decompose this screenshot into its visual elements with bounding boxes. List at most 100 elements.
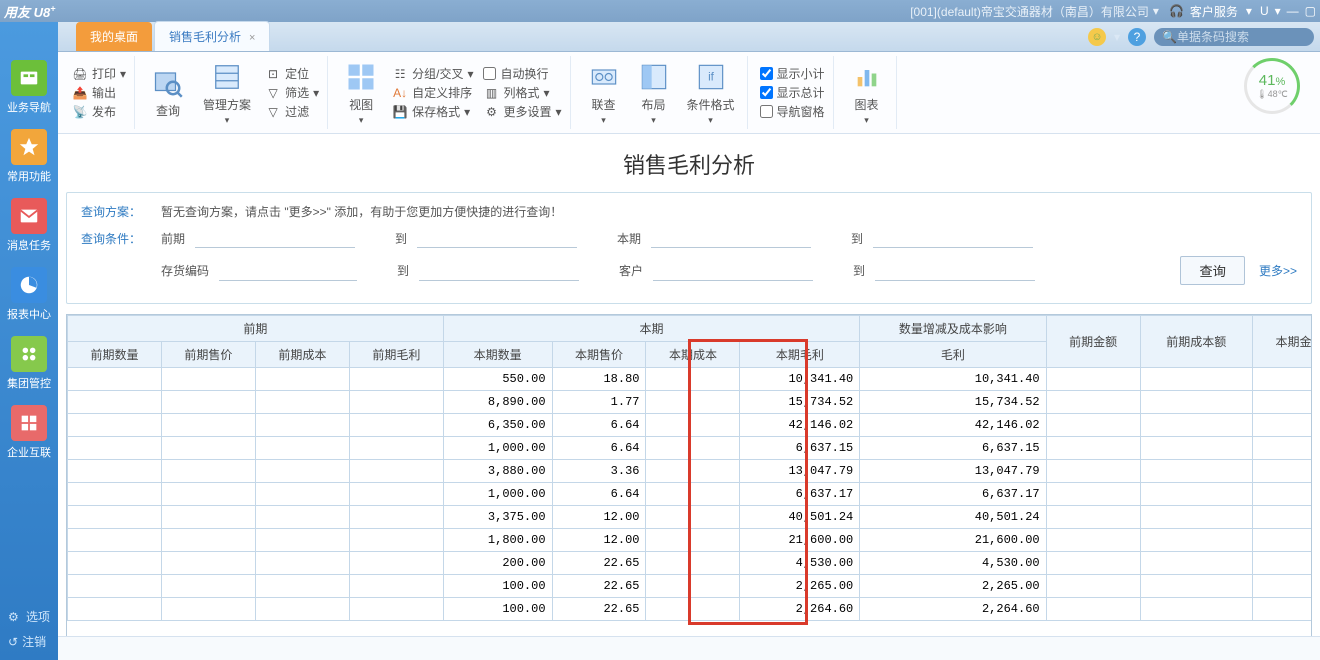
cust-label: 客户 <box>619 262 643 279</box>
savefmt-button[interactable]: 💾保存格式 ▾ <box>392 103 473 120</box>
nav-messages[interactable]: 消息任务 <box>4 198 54 253</box>
moreset-button[interactable]: ⚙更多设置 ▾ <box>483 103 561 120</box>
cust-to-field[interactable] <box>875 261 1035 281</box>
grid-icon <box>344 60 378 94</box>
col-group-delta: 数量增减及成本影响 <box>860 316 1046 342</box>
printer-icon: 🖨 <box>72 66 88 82</box>
group-icon: ☷ <box>392 66 408 82</box>
tab-analysis[interactable]: 销售毛利分析× <box>154 21 270 51</box>
filter-button[interactable]: ▽筛选 ▾ <box>265 84 319 101</box>
curr-from-field[interactable] <box>651 228 811 248</box>
to-label2: 到 <box>851 230 863 247</box>
maximize-icon[interactable]: ▢ <box>1305 4 1316 18</box>
search-input[interactable] <box>1177 30 1320 44</box>
nav-logout[interactable]: ↺注销 <box>0 629 58 654</box>
layout-button[interactable]: 布局▾ <box>633 60 675 126</box>
link-icon <box>587 60 621 94</box>
output-icon: 📤 <box>72 85 88 101</box>
print-button[interactable]: 🖨打印 ▾ <box>72 65 126 82</box>
col-curqty: 本期数量 <box>443 342 552 368</box>
condfmt-icon: if <box>694 60 728 94</box>
svc-dropdown-icon[interactable]: ▾ <box>1246 4 1252 18</box>
table-row[interactable]: 1,800.0012.0021,600.0021,600.0021,6 <box>68 529 1313 552</box>
publish-icon: 📡 <box>72 104 88 120</box>
nav-reports[interactable]: 报表中心 <box>4 267 54 322</box>
table-row[interactable]: 1,000.006.646,637.176,637.176,6 <box>68 483 1313 506</box>
prev-label: 前期 <box>161 230 185 247</box>
u-dropdown-icon[interactable]: ▾ <box>1275 4 1281 18</box>
table-row[interactable]: 100.0022.652,264.602,264.602, <box>68 598 1313 621</box>
minimize-icon[interactable]: — <box>1287 4 1299 18</box>
prev-to-field[interactable] <box>417 228 577 248</box>
view-button[interactable]: 视图▾ <box>340 60 382 126</box>
colfmt-button[interactable]: ▥列格式 ▾ <box>483 84 561 101</box>
scheme-button[interactable]: 管理方案▾ <box>199 60 255 126</box>
scheme-hint: 暂无查询方案，请点击 "更多>>" 添加，有助于您更加方便快捷的进行查询！ <box>161 203 562 220</box>
cust-from-field[interactable] <box>653 261 813 281</box>
headset-icon: 🎧 <box>1169 4 1184 18</box>
table-row[interactable]: 8,890.001.7715,734.5215,734.5215, <box>68 391 1313 414</box>
title-bar: 用友 U8+ [001](default)帝宝交通器材（南昌）有限公司 ▾ 🎧 … <box>0 0 1320 22</box>
more-link[interactable]: 更多>> <box>1259 262 1297 279</box>
locate-button[interactable]: ⊡定位 <box>265 65 319 82</box>
data-table[interactable]: 前期 本期 数量增减及成本影响 前期金额 前期成本额 本期金额 前期数量 前期售… <box>66 314 1312 636</box>
nav-group[interactable]: 集团管控 <box>4 336 54 391</box>
close-tab-icon[interactable]: × <box>249 32 255 44</box>
col-group-prev: 前期 <box>68 316 444 342</box>
query-button[interactable]: 查询 <box>1180 256 1245 285</box>
smiley-dropdown-icon[interactable]: ▾ <box>1114 30 1120 44</box>
col-prevprice: 前期售价 <box>161 342 255 368</box>
groupcross-button[interactable]: ☷分组/交叉 ▾ <box>392 65 473 82</box>
table-row[interactable]: 6,350.006.6442,146.0242,146.0242, <box>68 414 1313 437</box>
layout-icon <box>637 60 671 94</box>
tab-bar: 我的桌面 销售毛利分析× ☺ ▾ ? 🔍 <box>0 22 1320 52</box>
table-row[interactable]: 3,375.0012.0040,501.2440,501.2440, <box>68 506 1313 529</box>
publish-button[interactable]: 📡发布 <box>72 103 126 120</box>
navwin-check[interactable]: 导航窗格 <box>760 103 825 120</box>
ribbon-toolbar: 🖨打印 ▾ 📤输出 📡发布 查询 管理方案▾ ⊡定位 ▽筛选 ▾ ▽过滤 视图▾… <box>58 52 1320 134</box>
customer-service-link[interactable]: 客户服务 <box>1190 3 1238 20</box>
table-row[interactable]: 100.0022.652,265.002,265.002,2 <box>68 575 1313 598</box>
performance-gauge[interactable]: 41%🌡48℃ <box>1244 58 1306 120</box>
col-curml: 本期毛利 <box>740 342 860 368</box>
stock-from-field[interactable] <box>219 261 357 281</box>
linkq-button[interactable]: 联查▾ <box>583 60 625 126</box>
nav-common[interactable]: 常用功能 <box>4 129 54 184</box>
output-button[interactable]: 📤输出 <box>72 84 126 101</box>
customsort-button[interactable]: A↓自定义排序 <box>392 84 473 101</box>
column-icon: ▥ <box>483 85 499 101</box>
table-row[interactable]: 3,880.003.3613,047.7913,047.7913,0 <box>68 460 1313 483</box>
company-name[interactable]: [001](default)帝宝交通器材（南昌）有限公司 <box>910 3 1149 20</box>
table-row[interactable]: 550.0018.8010,341.4010,341.4010, <box>68 368 1313 391</box>
table-row[interactable]: 1,000.006.646,637.156,637.156,6 <box>68 437 1313 460</box>
nav-business[interactable]: 业务导航 <box>4 60 54 115</box>
autowrap-check[interactable]: 自动换行 <box>483 65 561 82</box>
scheme-label: 查询方案： <box>81 203 151 220</box>
query-big-button[interactable]: 查询 <box>147 66 189 119</box>
curr-to-field[interactable] <box>873 228 1033 248</box>
u-menu[interactable]: U <box>1260 4 1269 18</box>
status-bar <box>58 636 1320 660</box>
subtotal-check[interactable]: 显示小计 <box>760 65 825 82</box>
total-check[interactable]: 显示总计 <box>760 84 825 101</box>
sort-icon: A↓ <box>392 85 408 101</box>
search-box[interactable]: 🔍 <box>1154 28 1314 46</box>
svg-text:if: if <box>708 70 715 83</box>
tab-desktop[interactable]: 我的桌面 <box>76 22 152 51</box>
condfmt-button[interactable]: if条件格式▾ <box>683 60 739 126</box>
help-icon[interactable]: ? <box>1128 28 1146 46</box>
curr-label: 本期 <box>617 230 641 247</box>
col-prevqty: 前期数量 <box>68 342 162 368</box>
to-label4: 到 <box>853 262 865 279</box>
filter2-button[interactable]: ▽过滤 <box>265 103 319 120</box>
prev-from-field[interactable] <box>195 228 355 248</box>
left-nav: 业务导航 常用功能 消息任务 报表中心 集团管控 企业互联 ⚙选项 ↺注销 <box>0 22 58 660</box>
col-prevml: 前期毛利 <box>349 342 443 368</box>
chart-button[interactable]: 图表▾ <box>846 60 888 126</box>
nav-enterprise[interactable]: 企业互联 <box>4 405 54 460</box>
nav-options[interactable]: ⚙选项 <box>0 604 58 629</box>
company-dropdown-icon[interactable]: ▾ <box>1153 4 1159 18</box>
table-row[interactable]: 200.0022.654,530.004,530.004, <box>68 552 1313 575</box>
smiley-icon[interactable]: ☺ <box>1088 28 1106 46</box>
stock-to-field[interactable] <box>419 261 579 281</box>
